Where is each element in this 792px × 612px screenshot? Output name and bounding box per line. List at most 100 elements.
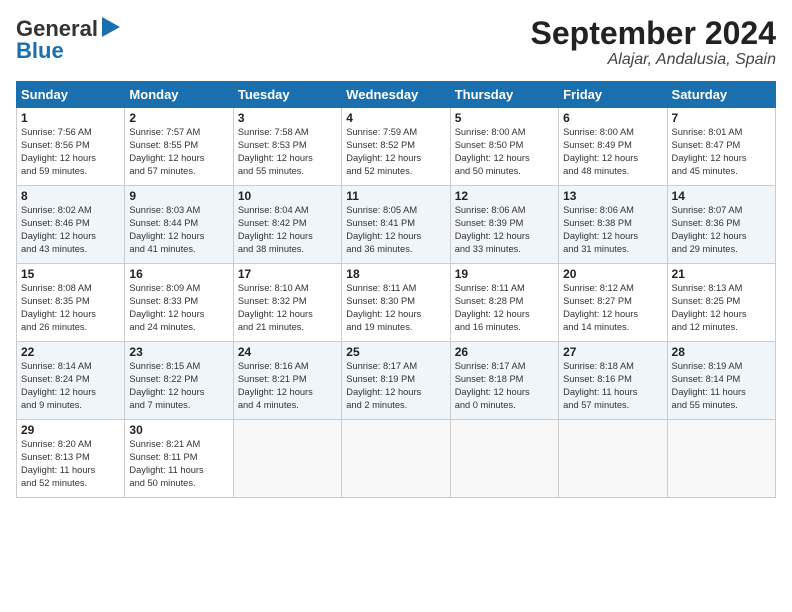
table-cell: 21Sunrise: 8:13 AMSunset: 8:25 PMDayligh… [667, 264, 775, 342]
table-cell: 7Sunrise: 8:01 AMSunset: 8:47 PMDaylight… [667, 108, 775, 186]
day-info: Sunrise: 7:59 AMSunset: 8:52 PMDaylight:… [346, 126, 445, 178]
day-number: 8 [21, 189, 120, 203]
day-info: Sunrise: 8:01 AMSunset: 8:47 PMDaylight:… [672, 126, 771, 178]
day-number: 16 [129, 267, 228, 281]
day-number: 24 [238, 345, 337, 359]
calendar-week-row: 1Sunrise: 7:56 AMSunset: 8:56 PMDaylight… [17, 108, 776, 186]
day-number: 14 [672, 189, 771, 203]
day-info: Sunrise: 8:16 AMSunset: 8:21 PMDaylight:… [238, 360, 337, 412]
table-cell: 6Sunrise: 8:00 AMSunset: 8:49 PMDaylight… [559, 108, 667, 186]
day-number: 13 [563, 189, 662, 203]
logo-blue-text: Blue [16, 38, 64, 64]
day-number: 26 [455, 345, 554, 359]
header: General Blue September 2024 Alajar, Anda… [16, 16, 776, 69]
table-cell: 30Sunrise: 8:21 AMSunset: 8:11 PMDayligh… [125, 420, 233, 498]
day-number: 11 [346, 189, 445, 203]
table-cell: 28Sunrise: 8:19 AMSunset: 8:14 PMDayligh… [667, 342, 775, 420]
location-title: Alajar, Andalusia, Spain [531, 51, 776, 69]
day-number: 18 [346, 267, 445, 281]
table-cell: 16Sunrise: 8:09 AMSunset: 8:33 PMDayligh… [125, 264, 233, 342]
day-number: 2 [129, 111, 228, 125]
day-info: Sunrise: 8:04 AMSunset: 8:42 PMDaylight:… [238, 204, 337, 256]
day-number: 10 [238, 189, 337, 203]
calendar-week-row: 29Sunrise: 8:20 AMSunset: 8:13 PMDayligh… [17, 420, 776, 498]
day-info: Sunrise: 8:00 AMSunset: 8:49 PMDaylight:… [563, 126, 662, 178]
day-info: Sunrise: 8:06 AMSunset: 8:39 PMDaylight:… [455, 204, 554, 256]
day-info: Sunrise: 7:58 AMSunset: 8:53 PMDaylight:… [238, 126, 337, 178]
logo-arrow-icon [102, 17, 120, 37]
table-cell: 15Sunrise: 8:08 AMSunset: 8:35 PMDayligh… [17, 264, 125, 342]
table-cell [667, 420, 775, 498]
day-number: 27 [563, 345, 662, 359]
col-monday: Monday [125, 82, 233, 108]
day-info: Sunrise: 8:05 AMSunset: 8:41 PMDaylight:… [346, 204, 445, 256]
day-number: 22 [21, 345, 120, 359]
col-thursday: Thursday [450, 82, 558, 108]
day-info: Sunrise: 8:06 AMSunset: 8:38 PMDaylight:… [563, 204, 662, 256]
col-tuesday: Tuesday [233, 82, 341, 108]
table-cell: 18Sunrise: 8:11 AMSunset: 8:30 PMDayligh… [342, 264, 450, 342]
day-number: 30 [129, 423, 228, 437]
table-cell: 14Sunrise: 8:07 AMSunset: 8:36 PMDayligh… [667, 186, 775, 264]
table-cell [450, 420, 558, 498]
day-info: Sunrise: 7:56 AMSunset: 8:56 PMDaylight:… [21, 126, 120, 178]
day-info: Sunrise: 8:03 AMSunset: 8:44 PMDaylight:… [129, 204, 228, 256]
day-number: 17 [238, 267, 337, 281]
day-info: Sunrise: 8:19 AMSunset: 8:14 PMDaylight:… [672, 360, 771, 412]
table-cell: 29Sunrise: 8:20 AMSunset: 8:13 PMDayligh… [17, 420, 125, 498]
day-info: Sunrise: 8:11 AMSunset: 8:30 PMDaylight:… [346, 282, 445, 334]
day-info: Sunrise: 8:07 AMSunset: 8:36 PMDaylight:… [672, 204, 771, 256]
table-cell: 27Sunrise: 8:18 AMSunset: 8:16 PMDayligh… [559, 342, 667, 420]
day-number: 7 [672, 111, 771, 125]
day-number: 28 [672, 345, 771, 359]
table-cell [233, 420, 341, 498]
day-number: 1 [21, 111, 120, 125]
day-number: 9 [129, 189, 228, 203]
calendar-table: Sunday Monday Tuesday Wednesday Thursday… [16, 81, 776, 498]
col-saturday: Saturday [667, 82, 775, 108]
day-info: Sunrise: 8:11 AMSunset: 8:28 PMDaylight:… [455, 282, 554, 334]
day-info: Sunrise: 8:02 AMSunset: 8:46 PMDaylight:… [21, 204, 120, 256]
calendar-header-row: Sunday Monday Tuesday Wednesday Thursday… [17, 82, 776, 108]
day-info: Sunrise: 8:09 AMSunset: 8:33 PMDaylight:… [129, 282, 228, 334]
table-cell: 2Sunrise: 7:57 AMSunset: 8:55 PMDaylight… [125, 108, 233, 186]
day-number: 15 [21, 267, 120, 281]
day-number: 5 [455, 111, 554, 125]
calendar-week-row: 8Sunrise: 8:02 AMSunset: 8:46 PMDaylight… [17, 186, 776, 264]
day-number: 20 [563, 267, 662, 281]
day-number: 25 [346, 345, 445, 359]
table-cell: 20Sunrise: 8:12 AMSunset: 8:27 PMDayligh… [559, 264, 667, 342]
table-cell: 25Sunrise: 8:17 AMSunset: 8:19 PMDayligh… [342, 342, 450, 420]
title-block: September 2024 Alajar, Andalusia, Spain [531, 16, 776, 69]
col-wednesday: Wednesday [342, 82, 450, 108]
day-number: 3 [238, 111, 337, 125]
day-info: Sunrise: 8:15 AMSunset: 8:22 PMDaylight:… [129, 360, 228, 412]
day-info: Sunrise: 8:13 AMSunset: 8:25 PMDaylight:… [672, 282, 771, 334]
table-cell: 5Sunrise: 8:00 AMSunset: 8:50 PMDaylight… [450, 108, 558, 186]
month-title: September 2024 [531, 16, 776, 51]
day-number: 12 [455, 189, 554, 203]
day-info: Sunrise: 8:10 AMSunset: 8:32 PMDaylight:… [238, 282, 337, 334]
day-info: Sunrise: 8:17 AMSunset: 8:18 PMDaylight:… [455, 360, 554, 412]
col-sunday: Sunday [17, 82, 125, 108]
table-cell: 1Sunrise: 7:56 AMSunset: 8:56 PMDaylight… [17, 108, 125, 186]
day-number: 4 [346, 111, 445, 125]
day-info: Sunrise: 8:21 AMSunset: 8:11 PMDaylight:… [129, 438, 228, 490]
table-cell: 11Sunrise: 8:05 AMSunset: 8:41 PMDayligh… [342, 186, 450, 264]
day-info: Sunrise: 8:17 AMSunset: 8:19 PMDaylight:… [346, 360, 445, 412]
day-info: Sunrise: 8:00 AMSunset: 8:50 PMDaylight:… [455, 126, 554, 178]
main-container: General Blue September 2024 Alajar, Anda… [0, 0, 792, 506]
day-info: Sunrise: 8:18 AMSunset: 8:16 PMDaylight:… [563, 360, 662, 412]
table-cell: 19Sunrise: 8:11 AMSunset: 8:28 PMDayligh… [450, 264, 558, 342]
day-info: Sunrise: 8:08 AMSunset: 8:35 PMDaylight:… [21, 282, 120, 334]
table-cell [559, 420, 667, 498]
table-cell: 10Sunrise: 8:04 AMSunset: 8:42 PMDayligh… [233, 186, 341, 264]
day-number: 23 [129, 345, 228, 359]
table-cell: 12Sunrise: 8:06 AMSunset: 8:39 PMDayligh… [450, 186, 558, 264]
table-cell: 17Sunrise: 8:10 AMSunset: 8:32 PMDayligh… [233, 264, 341, 342]
table-cell: 22Sunrise: 8:14 AMSunset: 8:24 PMDayligh… [17, 342, 125, 420]
day-number: 6 [563, 111, 662, 125]
table-cell: 8Sunrise: 8:02 AMSunset: 8:46 PMDaylight… [17, 186, 125, 264]
table-cell: 4Sunrise: 7:59 AMSunset: 8:52 PMDaylight… [342, 108, 450, 186]
table-cell: 9Sunrise: 8:03 AMSunset: 8:44 PMDaylight… [125, 186, 233, 264]
